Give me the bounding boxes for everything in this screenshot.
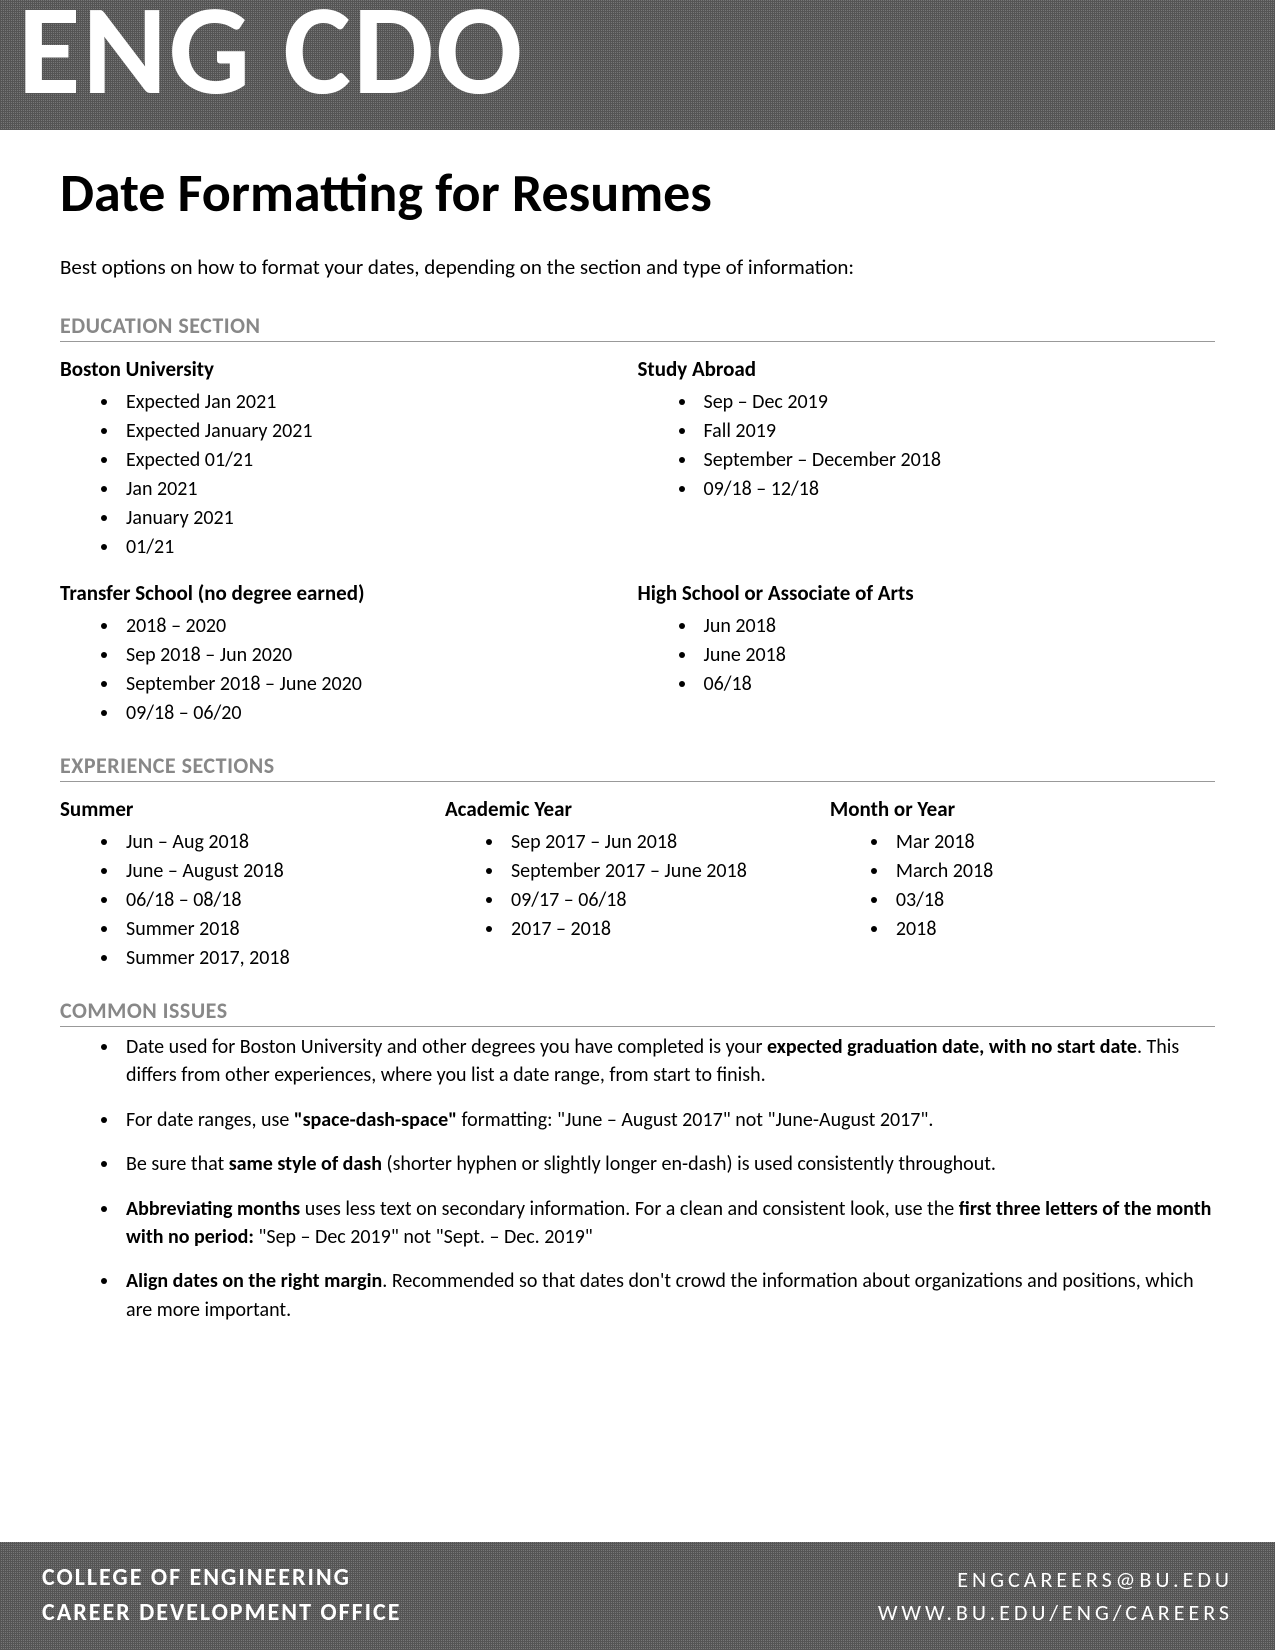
list-item: 2018 xyxy=(890,915,1215,944)
issues-list: Date used for Boston University and othe… xyxy=(60,1033,1215,1324)
footer-left: COLLEGE OF ENGINEERING CAREER DEVELOPMEN… xyxy=(42,1561,401,1631)
list-item: 09/18 – 06/20 xyxy=(120,699,638,728)
exp-academic-list: Sep 2017 – Jun 2018September 2017 – June… xyxy=(445,828,830,944)
list-item: September 2018 – June 2020 xyxy=(120,670,638,699)
issue-item: Abbreviating months uses less text on se… xyxy=(120,1195,1215,1252)
list-item: Expected 01/21 xyxy=(120,446,638,475)
list-item: March 2018 xyxy=(890,857,1215,886)
footer-band: COLLEGE OF ENGINEERING CAREER DEVELOPMEN… xyxy=(0,1542,1275,1650)
list-item: 09/17 – 06/18 xyxy=(505,886,830,915)
edu-transfer-heading: Transfer School (no degree earned) xyxy=(60,580,638,606)
exp-summer-list: Jun – Aug 2018June – August 201806/18 – … xyxy=(60,828,445,973)
list-item: September – December 2018 xyxy=(698,446,1216,475)
issue-item: Date used for Boston University and othe… xyxy=(120,1033,1215,1090)
edu-abroad-heading: Study Abroad xyxy=(638,356,1216,382)
exp-academic-heading: Academic Year xyxy=(445,796,830,822)
issue-item: For date ranges, use "space-dash-space" … xyxy=(120,1106,1215,1134)
list-item: Jun 2018 xyxy=(698,612,1216,641)
footer-right-line1: ENGCAREERS@BU.EDU xyxy=(878,1563,1233,1596)
list-item: 2017 – 2018 xyxy=(505,915,830,944)
list-item: September 2017 – June 2018 xyxy=(505,857,830,886)
list-item: Jun – Aug 2018 xyxy=(120,828,445,857)
edu-bu-heading: Boston University xyxy=(60,356,638,382)
list-item: 06/18 xyxy=(698,670,1216,699)
issue-item: Be sure that same style of dash (shorter… xyxy=(120,1150,1215,1178)
list-item: January 2021 xyxy=(120,504,638,533)
header-logo: ENG CDO xyxy=(18,0,524,114)
edu-bu-list: Expected Jan 2021Expected January 2021Ex… xyxy=(60,388,638,562)
page-title: Date Formatting for Resumes xyxy=(60,160,1215,226)
footer-right: ENGCAREERS@BU.EDU WWW.BU.EDU/ENG/CAREERS xyxy=(878,1563,1233,1629)
list-item: Mar 2018 xyxy=(890,828,1215,857)
exp-month-heading: Month or Year xyxy=(830,796,1215,822)
list-item: June 2018 xyxy=(698,641,1216,670)
edu-hs-heading: High School or Associate of Arts xyxy=(638,580,1216,606)
list-item: Sep 2018 – Jun 2020 xyxy=(120,641,638,670)
list-item: Fall 2019 xyxy=(698,417,1216,446)
list-item: 03/18 xyxy=(890,886,1215,915)
list-item: 06/18 – 08/18 xyxy=(120,886,445,915)
content-area: Date Formatting for Resumes Best options… xyxy=(0,130,1275,1324)
header-band: ENG CDO xyxy=(0,0,1275,130)
edu-transfer-list: 2018 – 2020Sep 2018 – Jun 2020September … xyxy=(60,612,638,728)
section-issues-heading: COMMON ISSUES xyxy=(60,997,1215,1027)
issue-item: Align dates on the right margin. Recomme… xyxy=(120,1267,1215,1324)
list-item: Summer 2017, 2018 xyxy=(120,944,445,973)
footer-left-line2: CAREER DEVELOPMENT OFFICE xyxy=(42,1596,401,1631)
list-item: 09/18 – 12/18 xyxy=(698,475,1216,504)
section-education-heading: EDUCATION SECTION xyxy=(60,312,1215,342)
edu-hs-list: Jun 2018June 201806/18 xyxy=(638,612,1216,699)
list-item: Summer 2018 xyxy=(120,915,445,944)
list-item: Jan 2021 xyxy=(120,475,638,504)
list-item: Expected Jan 2021 xyxy=(120,388,638,417)
exp-summer-heading: Summer xyxy=(60,796,445,822)
intro-text: Best options on how to format your dates… xyxy=(60,254,1215,280)
list-item: 2018 – 2020 xyxy=(120,612,638,641)
section-experience-heading: EXPERIENCE SECTIONS xyxy=(60,752,1215,782)
list-item: June – August 2018 xyxy=(120,857,445,886)
exp-month-list: Mar 2018March 201803/182018 xyxy=(830,828,1215,944)
footer-right-line2: WWW.BU.EDU/ENG/CAREERS xyxy=(878,1596,1233,1629)
list-item: 01/21 xyxy=(120,533,638,562)
list-item: Sep – Dec 2019 xyxy=(698,388,1216,417)
footer-left-line1: COLLEGE OF ENGINEERING xyxy=(42,1561,401,1596)
edu-abroad-list: Sep – Dec 2019Fall 2019September – Decem… xyxy=(638,388,1216,504)
list-item: Sep 2017 – Jun 2018 xyxy=(505,828,830,857)
list-item: Expected January 2021 xyxy=(120,417,638,446)
